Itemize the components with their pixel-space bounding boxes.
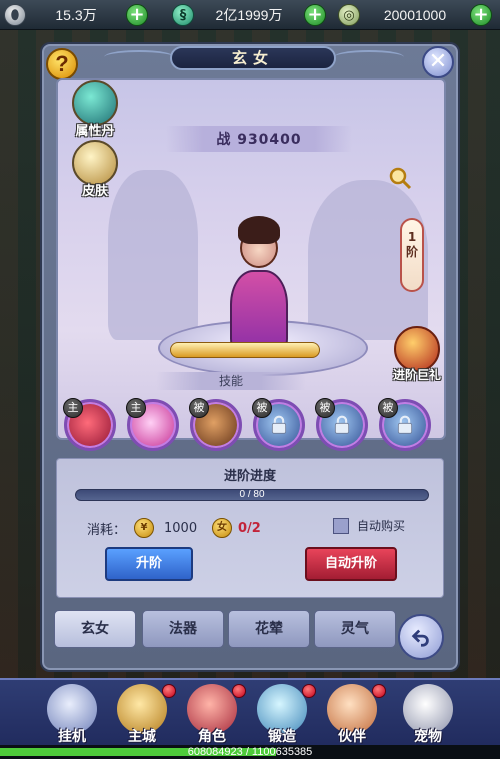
skills-row: 主 主 被 被 被 被 [63, 397, 436, 455]
add-silver-button[interactable]: + [126, 4, 148, 26]
nav-huoban[interactable]: 伙伴 [322, 684, 386, 746]
golden-scroll [170, 342, 320, 358]
coin-icon: ¥ [134, 518, 155, 538]
resource-silver: ⬮ 15.3万 + [4, 3, 148, 27]
notification-dot [162, 684, 176, 698]
nav-zhucheng-label: 主城 [128, 729, 156, 745]
attribute-pill-label: 属性丹 [75, 124, 115, 139]
advance-gift-button[interactable]: 进阶巨礼 [384, 326, 444, 383]
cost-row: 消耗： ¥ 1000 女 0/2 [87, 517, 261, 539]
progress-title: 进阶进度 [223, 469, 276, 484]
auto-buy-option[interactable]: 自动购买 [333, 517, 405, 534]
auto-upgrade-button[interactable]: 自动升阶 [305, 547, 397, 581]
jade-value: 2亿1999万 [215, 7, 283, 23]
close-button[interactable]: ✕ [422, 46, 454, 78]
coin-stack-icon: ◎ [338, 4, 360, 26]
attribute-pill-button[interactable]: 属性丹 [66, 80, 124, 139]
advance-progress-text: 0 / 80 [239, 489, 265, 500]
resource-bar: ⬮ 15.3万 + § 2亿1999万 + ◎ 20001000 + [0, 0, 500, 30]
silver-value: 15.3万 [55, 7, 97, 23]
add-coin-button[interactable]: + [470, 4, 492, 26]
skill-slot-6[interactable]: 被 [378, 398, 431, 451]
skill-type-tag: 被 [189, 398, 209, 418]
skill-type-tag: 主 [63, 398, 83, 418]
experience-text: 608084923 / 1100635385 [187, 746, 313, 758]
tab-faqi[interactable]: 法器 [142, 610, 224, 648]
advance-progress-box: 进阶进度 0 / 80 消耗： ¥ 1000 女 0/2 自动购买 升阶 自动升… [56, 458, 444, 598]
nav-huoban-label: 伙伴 [338, 729, 366, 745]
close-icon: ✕ [428, 49, 448, 74]
character-hair [238, 216, 280, 244]
skill-slot-4[interactable]: 被 [252, 398, 305, 451]
tab-huanian[interactable]: 花辇 [228, 610, 310, 648]
combat-power: 战 930400 [166, 126, 352, 152]
tab-xuannv[interactable]: 玄女 [54, 610, 136, 648]
nav-guaji[interactable]: 挂机 [42, 684, 102, 746]
tab-lingqi[interactable]: 灵气 [314, 610, 396, 648]
resource-jade: § 2亿1999万 + [172, 3, 326, 27]
notification-dot [232, 684, 246, 698]
nav-guaji-label: 挂机 [58, 729, 86, 745]
skills-label: 技能 [156, 372, 306, 390]
lock-icon [271, 415, 287, 434]
title-ornament-left [104, 50, 174, 64]
back-arrow-icon [411, 629, 429, 647]
skill-type-tag: 主 [126, 398, 146, 418]
nav-chongwu-label: 宠物 [414, 729, 442, 745]
lock-icon [397, 415, 413, 434]
magnifier-icon[interactable] [388, 166, 412, 190]
auto-buy-checkbox[interactable] [333, 517, 349, 534]
advance-stage-badge: 1 阶 [400, 218, 424, 292]
jade-dragon-icon: § [172, 4, 194, 26]
advance-stage-text: 1 阶 [405, 230, 418, 259]
resource-coin: ◎ 20001000 + [338, 3, 492, 27]
nav-zhucheng[interactable]: 主城 [112, 684, 176, 746]
xuannv-token-icon: 女 [212, 518, 233, 538]
notification-dot [302, 684, 316, 698]
coin-cost-value: 1000 [164, 520, 198, 536]
coin-value: 20001000 [383, 7, 447, 23]
notification-dot [372, 684, 386, 698]
advance-progress-bar: 0 / 80 [75, 489, 429, 501]
upgrade-button[interactable]: 升阶 [105, 547, 193, 581]
skin-button[interactable]: 皮肤 [66, 140, 124, 199]
nav-duanzao[interactable]: 锻造 [252, 684, 316, 746]
help-button[interactable]: ? [46, 48, 78, 80]
nav-chongwu[interactable]: 宠物 [398, 684, 458, 746]
advance-gift-label: 进阶巨礼 [392, 368, 441, 382]
nav-duanzao-label: 锻造 [268, 729, 296, 745]
token-count: 0/2 [238, 520, 261, 536]
skill-slot-2[interactable]: 主 [126, 398, 179, 451]
cost-label: 消耗： [87, 522, 127, 538]
lock-icon [334, 415, 350, 434]
auto-buy-label: 自动购买 [357, 519, 406, 533]
add-jade-button[interactable]: + [304, 4, 326, 26]
panel-title: 玄女 [170, 46, 336, 70]
nav-juese-label: 角色 [198, 729, 226, 745]
experience-bar: 608084923 / 1100635385 [0, 745, 500, 759]
skill-slot-3[interactable]: 被 [189, 398, 242, 451]
skill-slot-5[interactable]: 被 [315, 398, 368, 451]
title-ornament-right [334, 50, 404, 64]
back-button[interactable] [398, 614, 444, 660]
nav-juese[interactable]: 角色 [182, 684, 246, 746]
skill-slot-1[interactable]: 主 [63, 398, 116, 451]
combat-power-value: 战 930400 [216, 132, 302, 148]
skin-label: 皮肤 [81, 184, 108, 199]
silver-ingot-icon: ⬮ [4, 4, 26, 26]
